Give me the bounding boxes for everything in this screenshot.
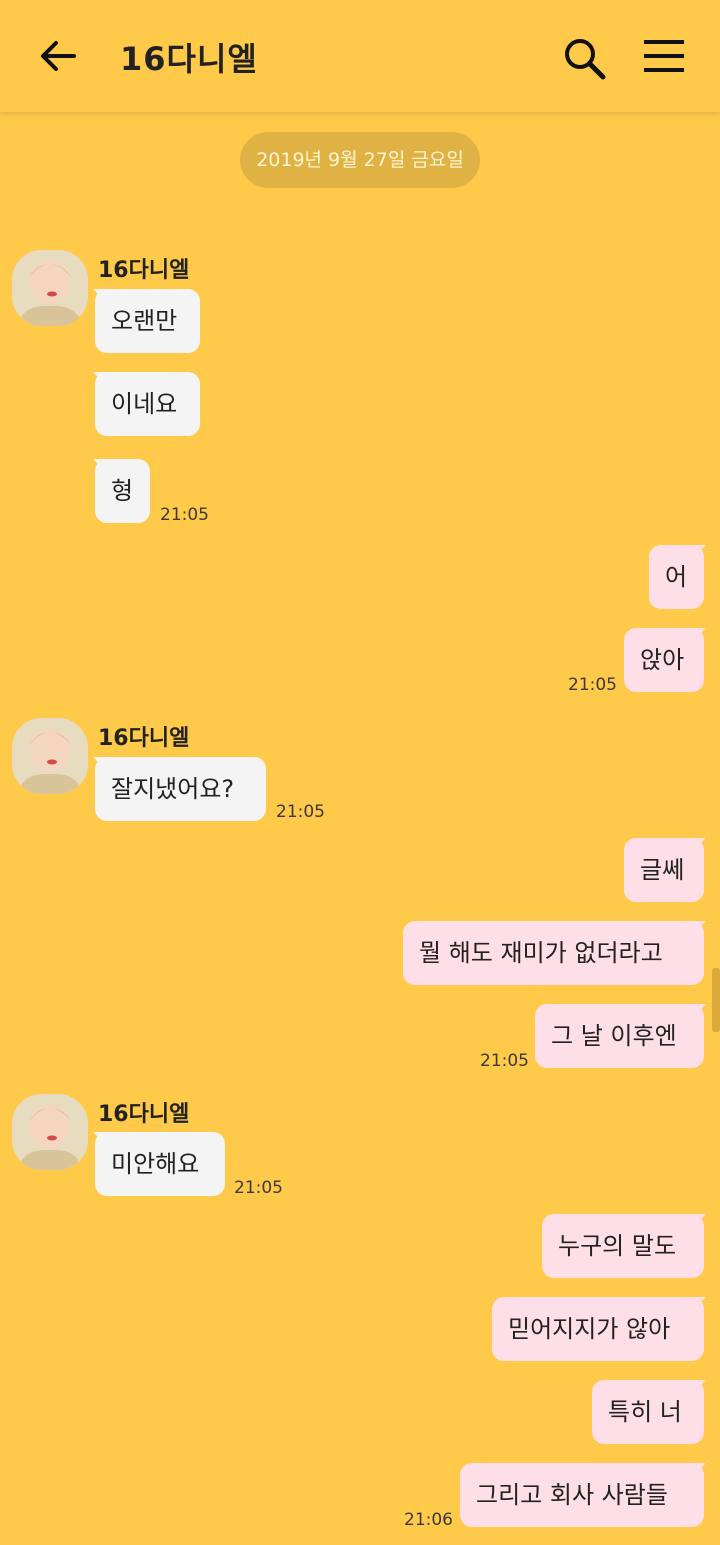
message-bubble[interactable]: 어 bbox=[649, 545, 704, 609]
message-text: 이네요 bbox=[111, 390, 178, 418]
search-icon[interactable] bbox=[560, 34, 608, 82]
scrollbar-thumb[interactable] bbox=[712, 968, 720, 1032]
message-bubble[interactable]: 그 날 이후엔 bbox=[535, 1004, 704, 1068]
sender-name: 16다니엘 bbox=[98, 258, 190, 283]
message-text: 오랜만 bbox=[111, 307, 178, 335]
message-bubble[interactable]: 뭘 해도 재미가 없더라고 bbox=[403, 921, 704, 985]
avatar[interactable] bbox=[12, 250, 88, 326]
message-bubble[interactable]: 잘지냈어요? bbox=[95, 757, 266, 821]
message-bubble[interactable]: 미안해요 bbox=[95, 1132, 225, 1196]
avatar[interactable] bbox=[12, 1094, 88, 1170]
message-time: 21:05 bbox=[480, 1051, 529, 1071]
message-text: 어 bbox=[665, 563, 688, 591]
message-text: 그리고 회사 사람들 bbox=[476, 1481, 668, 1509]
hamburger-menu-icon[interactable] bbox=[642, 36, 686, 76]
message-bubble[interactable]: 특히 너 bbox=[592, 1380, 704, 1444]
message-time: 21:05 bbox=[276, 802, 325, 822]
message-text: 앉아 bbox=[640, 646, 685, 674]
message-bubble[interactable]: 앉아 bbox=[624, 628, 704, 692]
date-divider: 2019년 9월 27일 금요일 bbox=[240, 132, 480, 188]
message-bubble[interactable]: 형 bbox=[95, 459, 150, 523]
arrow-left-icon[interactable] bbox=[36, 34, 80, 78]
sender-name: 16다니엘 bbox=[98, 726, 190, 751]
message-time: 21:05 bbox=[568, 675, 617, 695]
message-text: 잘지냈어요? bbox=[111, 775, 235, 803]
chat-title: 16다니엘 bbox=[120, 40, 258, 78]
message-text: 믿어지지가 않아 bbox=[508, 1315, 671, 1343]
message-time: 21:06 bbox=[404, 1510, 453, 1530]
message-bubble[interactable]: 글쎄 bbox=[624, 838, 704, 902]
message-bubble[interactable]: 이네요 bbox=[95, 372, 200, 436]
message-bubble[interactable]: 오랜만 bbox=[95, 289, 200, 353]
message-bubble[interactable]: 누구의 말도 bbox=[542, 1214, 704, 1278]
message-text: 누구의 말도 bbox=[558, 1232, 677, 1260]
message-text: 특히 너 bbox=[608, 1398, 682, 1426]
message-text: 형 bbox=[111, 477, 134, 505]
message-bubble[interactable]: 그리고 회사 사람들 bbox=[460, 1463, 704, 1527]
avatar[interactable] bbox=[12, 718, 88, 794]
message-time: 21:05 bbox=[234, 1178, 283, 1198]
message-text: 그 날 이후엔 bbox=[551, 1022, 677, 1050]
message-text: 글쎄 bbox=[640, 856, 685, 884]
message-text: 뭘 해도 재미가 없더라고 bbox=[419, 939, 663, 967]
app-header: 16다니엘 bbox=[0, 0, 720, 112]
message-text: 미안해요 bbox=[111, 1150, 200, 1178]
message-time: 21:05 bbox=[160, 505, 209, 525]
message-bubble[interactable]: 믿어지지가 않아 bbox=[492, 1297, 704, 1361]
sender-name: 16다니엘 bbox=[98, 1102, 190, 1127]
